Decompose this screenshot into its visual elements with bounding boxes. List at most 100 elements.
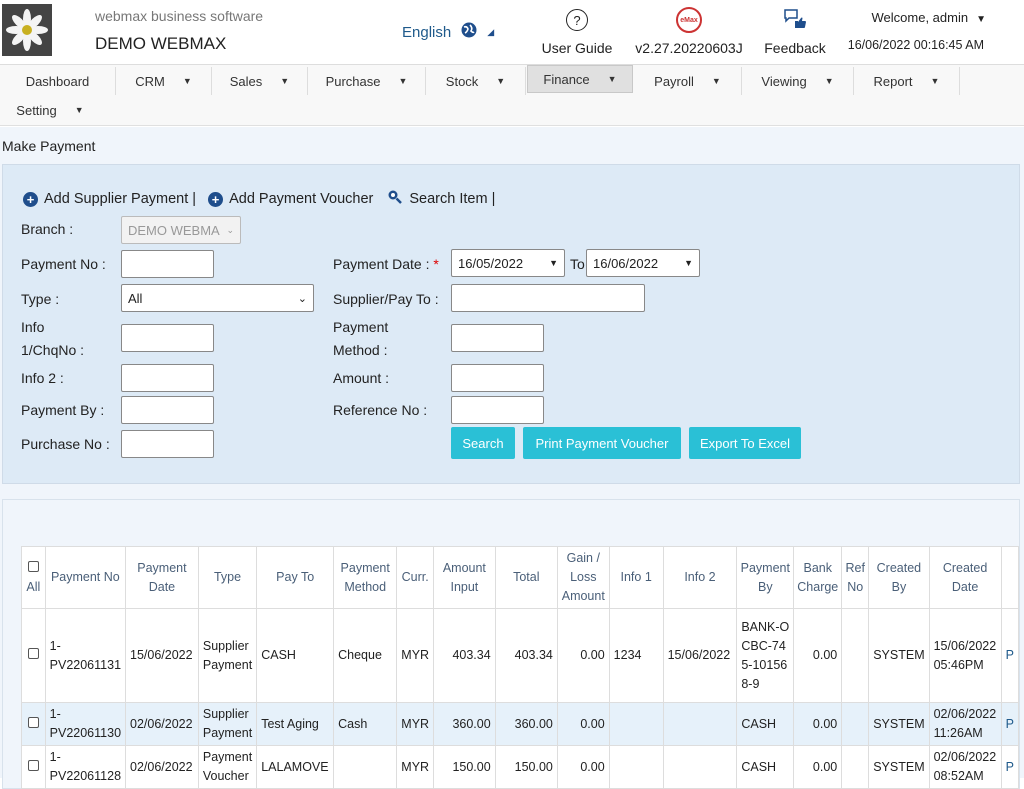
col-total[interactable]: Total bbox=[494, 546, 558, 609]
col-created-date[interactable]: Created Date bbox=[928, 546, 1002, 609]
language-label: English bbox=[402, 23, 452, 41]
table-row[interactable]: 1-PV22061131 15/06/2022 Supplier Payment… bbox=[21, 608, 1020, 703]
all-label: All bbox=[26, 579, 41, 594]
info2-label: Info 2 : bbox=[21, 370, 64, 386]
search-button[interactable]: Search bbox=[451, 427, 515, 459]
user-guide-link[interactable]: ? User Guide bbox=[540, 6, 614, 56]
nav-payroll[interactable]: Payroll ▼ bbox=[634, 67, 742, 95]
select-all-header: All bbox=[21, 546, 46, 609]
payment-method-input[interactable] bbox=[451, 324, 544, 352]
table-row[interactable]: 1-PV22061130 02/06/2022 Supplier Payment… bbox=[21, 702, 1020, 746]
help-icon: ? bbox=[566, 9, 588, 31]
row-action-link[interactable]: P bbox=[1000, 608, 1020, 703]
select-all-checkbox[interactable] bbox=[27, 560, 39, 572]
col-pay-to[interactable]: Pay To bbox=[256, 546, 335, 609]
amount-input[interactable] bbox=[451, 364, 544, 392]
row-action-link[interactable]: P bbox=[1000, 745, 1020, 789]
date-to-picker[interactable]: 16/06/2022 ▼ bbox=[586, 249, 700, 277]
payment-no-cell[interactable]: 1-PV22061130 bbox=[44, 702, 127, 746]
top-header: webmax business software DEMO WEBMAX Eng… bbox=[0, 0, 1024, 64]
chevron-down-icon: ⌄ bbox=[297, 292, 307, 305]
created-by-cell: SYSTEM bbox=[868, 608, 930, 703]
chevron-down-icon: ▼ bbox=[398, 76, 408, 86]
col-curr[interactable]: Curr. bbox=[396, 546, 435, 609]
col-amount-input[interactable]: Amount Input bbox=[433, 546, 496, 609]
table-row[interactable]: 1-PV22061128 02/06/2022 Payment Voucher … bbox=[21, 745, 1020, 789]
nav-purchase[interactable]: Purchase ▼ bbox=[308, 67, 426, 95]
user-guide-label: User Guide bbox=[541, 40, 613, 56]
print-voucher-button[interactable]: Print Payment Voucher bbox=[523, 427, 681, 459]
col-payment-no[interactable]: Payment No bbox=[44, 546, 127, 609]
payment-date-label: Payment Date : * bbox=[333, 256, 439, 272]
payment-no-cell[interactable]: 1-PV22061128 bbox=[44, 745, 127, 789]
ref-no-cell bbox=[841, 702, 870, 746]
info2-cell bbox=[662, 745, 738, 789]
created-by-cell: SYSTEM bbox=[868, 702, 930, 746]
chevron-down-icon: ▼ bbox=[182, 76, 192, 86]
purchase-no-input[interactable] bbox=[121, 430, 214, 458]
add-payment-voucher-link[interactable]: Add Payment Voucher bbox=[229, 191, 373, 207]
add-supplier-payment-link[interactable]: Add Supplier Payment | bbox=[44, 191, 196, 207]
ref-no-cell bbox=[841, 745, 870, 789]
payment-no-cell[interactable]: 1-PV22061131 bbox=[44, 608, 127, 703]
col-payment-method[interactable]: Payment Method bbox=[333, 546, 398, 609]
col-created-by[interactable]: Created By bbox=[868, 546, 930, 609]
bank-charge-cell: 0.00 bbox=[793, 745, 843, 789]
nav-stock[interactable]: Stock ▼ bbox=[426, 67, 526, 95]
nav-sales[interactable]: Sales ▼ bbox=[212, 67, 308, 95]
col-payment-date[interactable]: Payment Date bbox=[125, 546, 199, 609]
nav-finance[interactable]: Finance ▼ bbox=[527, 65, 633, 93]
type-select[interactable]: All ⌄ bbox=[121, 284, 314, 312]
info1-input[interactable] bbox=[121, 324, 214, 352]
payment-no-input[interactable] bbox=[121, 250, 214, 278]
info1-label-line2: 1/ChqNo : bbox=[21, 342, 85, 358]
curr-cell: MYR bbox=[396, 608, 435, 703]
payment-by-input[interactable] bbox=[121, 396, 214, 424]
col-info2[interactable]: Info 2 bbox=[662, 546, 738, 609]
nav-setting[interactable]: Setting ▼ bbox=[0, 96, 100, 124]
col-payment-by[interactable]: Payment By bbox=[736, 546, 795, 609]
payment-by-cell: CASH bbox=[736, 702, 795, 746]
date-from-picker[interactable]: 16/05/2022 ▼ bbox=[451, 249, 565, 277]
col-ref-no[interactable]: Ref No bbox=[841, 546, 870, 609]
info2-input[interactable] bbox=[121, 364, 214, 392]
row-checkbox[interactable] bbox=[27, 716, 39, 728]
pay-to-cell: CASH bbox=[256, 608, 335, 703]
payment-method-cell bbox=[333, 745, 398, 789]
caret-down-icon: ▼ bbox=[549, 258, 558, 268]
payment-table: All Payment No Payment Date Type Pay To … bbox=[21, 546, 1020, 789]
nav-viewing[interactable]: Viewing ▼ bbox=[742, 67, 854, 95]
reference-label: Reference No : bbox=[333, 402, 428, 418]
col-gain-loss[interactable]: Gain / Loss Amount bbox=[556, 546, 610, 609]
pay-to-cell: Test Aging bbox=[256, 702, 335, 746]
plus-circle-icon: + bbox=[208, 191, 224, 207]
col-type[interactable]: Type bbox=[197, 546, 258, 609]
company-name: DEMO WEBMAX bbox=[95, 34, 227, 53]
feedback-link[interactable]: Feedback bbox=[760, 6, 830, 56]
row-checkbox[interactable] bbox=[27, 648, 39, 659]
company-logo[interactable] bbox=[2, 4, 52, 56]
export-excel-button[interactable]: Export To Excel bbox=[689, 427, 801, 459]
nav-report[interactable]: Report ▼ bbox=[854, 67, 960, 95]
to-label: To bbox=[570, 256, 585, 272]
nav-crm[interactable]: CRM ▼ bbox=[116, 67, 212, 95]
total-cell: 403.34 bbox=[494, 608, 558, 703]
search-item-link[interactable]: Search Item | bbox=[409, 191, 495, 207]
plus-circle-icon: + bbox=[23, 191, 38, 207]
col-info1[interactable]: Info 1 bbox=[608, 546, 664, 609]
payment-date-cell: 15/06/2022 bbox=[125, 608, 199, 703]
info1-label-line1: Info bbox=[21, 319, 45, 335]
reference-input[interactable] bbox=[451, 396, 544, 424]
branch-select[interactable]: DEMO WEBMA ⌄ bbox=[121, 216, 241, 244]
nav-dashboard[interactable]: Dashboard bbox=[0, 67, 116, 95]
row-action-link[interactable]: P bbox=[1000, 702, 1020, 746]
payment-method-cell: Cheque bbox=[333, 608, 398, 703]
gain-loss-cell: 0.00 bbox=[556, 608, 610, 703]
row-checkbox[interactable] bbox=[27, 759, 39, 771]
info2-cell bbox=[662, 702, 738, 746]
supplier-input[interactable] bbox=[451, 284, 645, 312]
user-menu[interactable]: Welcome, admin ▼ bbox=[872, 10, 986, 25]
language-selector[interactable]: English ◢ bbox=[402, 22, 494, 42]
ref-no-cell bbox=[841, 608, 870, 703]
col-bank-charge[interactable]: Bank Charge bbox=[793, 546, 843, 609]
